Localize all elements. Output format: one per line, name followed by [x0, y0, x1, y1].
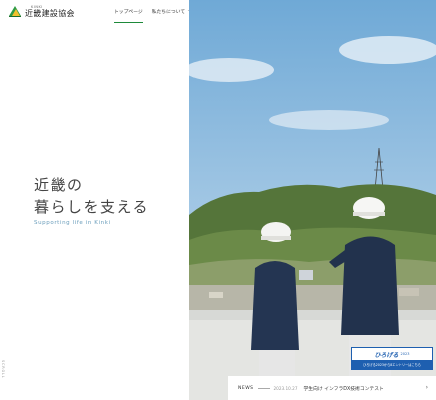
banner-title: ひろげる	[374, 351, 399, 359]
news-date: 2023.10.27	[273, 385, 298, 391]
logo-name: 近畿建設協会	[25, 8, 75, 18]
hero-photo	[189, 0, 436, 400]
hero-title-line2: 暮らしを支える	[34, 198, 150, 216]
news-divider	[257, 387, 270, 389]
hero-subtitle: Supporting life in Kinki	[34, 220, 111, 226]
logo-mark-icon	[9, 6, 21, 17]
scroll-indicator: SCROLL	[1, 360, 5, 379]
nav-item-1[interactable]: 私たちについて ⌄	[152, 8, 190, 18]
banner-year: 2023	[400, 352, 410, 356]
banner-link[interactable]: ひろげる2023から8エントリーはこちら	[352, 360, 432, 369]
news-ticker[interactable]: NEWS 2023.10.27 学生向け インフラDX技術コンテスト ›	[228, 376, 436, 400]
nav-item-label: トップページ	[114, 10, 143, 15]
contest-banner[interactable]: ひろげる 2023 ひろげる2023から8エントリーはこちら	[351, 347, 433, 370]
hero-title-line1: 近畿の	[34, 176, 84, 194]
news-label: NEWS	[238, 385, 254, 391]
nav-item-0[interactable]: トップページ	[114, 8, 143, 23]
chevron-right-icon[interactable]: ›	[426, 384, 428, 391]
site-logo[interactable]: KINKI 近畿建設協会	[8, 4, 75, 18]
nav-item-label: 私たちについて	[151, 10, 186, 15]
hero-title: 近畿の 暮らしを支える	[34, 174, 149, 218]
news-title[interactable]: 学生向け インフラDX技術コンテスト	[304, 385, 384, 392]
